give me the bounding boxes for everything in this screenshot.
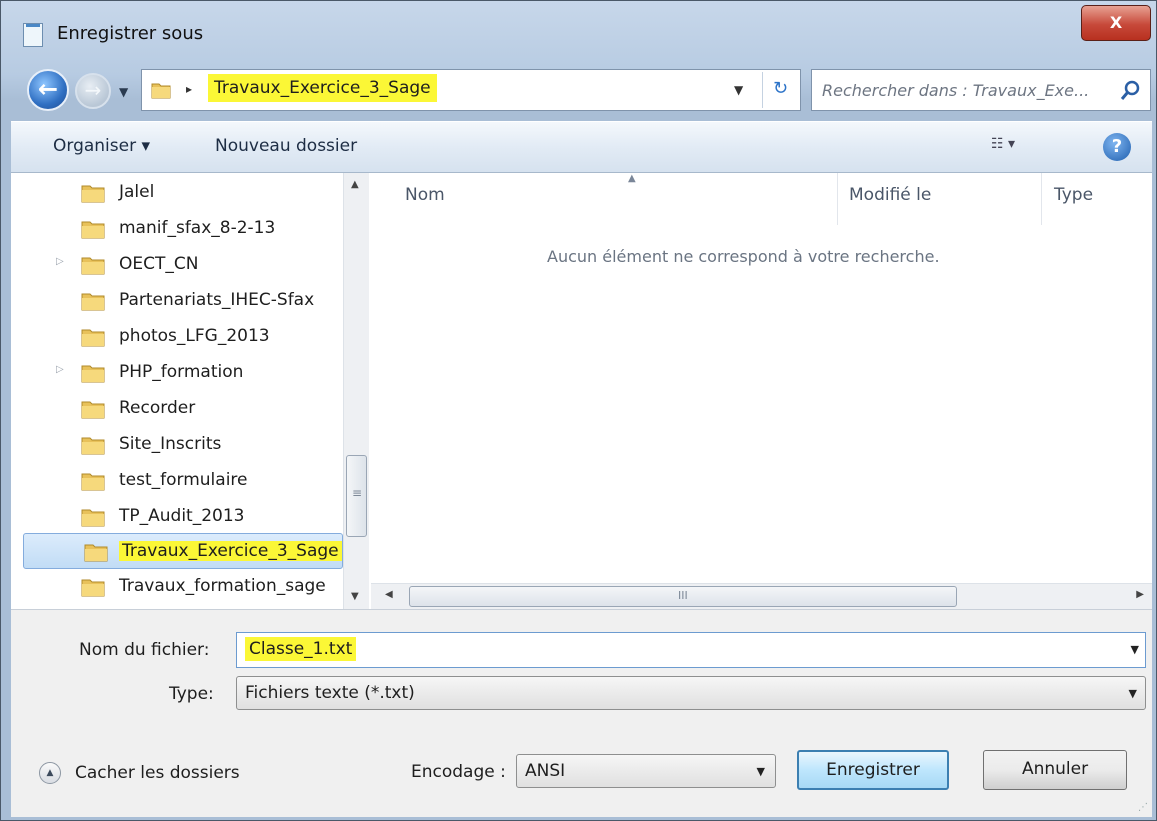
command-toolbar: Organiser ▾ Nouveau dossier ☷ ▾ ? [11,121,1152,173]
column-header-name[interactable]: Nom [405,185,445,205]
tree-item-label: Travaux_formation_sage [119,576,326,596]
tree-item[interactable]: Partenariats_IHEC-Sfax [21,283,351,319]
column-header-modified[interactable]: Modifié le [849,185,931,205]
filename-value[interactable]: Classe_1.txt [245,637,357,661]
address-bar[interactable]: ▸ Travaux_Exercice_3_Sage ▼ ↻ [141,69,801,111]
tree-item-label: Travaux_Exercice_3_Sage [119,541,342,561]
sort-ascending-icon: ▲ [628,173,636,184]
scroll-right-icon[interactable]: ▶ [1136,589,1144,600]
tree-item[interactable]: Travaux_formation_sage [21,569,351,605]
tree-item[interactable]: Jalel [21,175,351,211]
resize-grip-icon[interactable]: ⋰ [1138,802,1148,813]
tree-item[interactable]: test_formulaire [21,463,351,499]
tree-item[interactable]: manif_sfax_8-2-13 [21,211,351,247]
folder-icon [81,509,105,527]
tree-item[interactable]: ▷ OECT_CN [21,247,351,283]
address-dropdown-icon[interactable]: ▼ [734,83,743,97]
tree-item-label: Jalel [119,182,155,202]
tree-item[interactable]: Site_Inscrits [21,427,351,463]
filename-field[interactable]: Classe_1.txt ▼ [236,632,1146,668]
encoding-label: Encodage : [411,762,506,782]
tree-scrollbar[interactable]: ▲ ▼ [343,173,369,609]
chevron-down-icon[interactable]: ▼ [1131,643,1139,656]
empty-results-message: Aucun élément ne correspond à votre rech… [547,247,940,266]
tree-item-label: Site_Inscrits [119,434,222,454]
tree-item-selected[interactable]: Travaux_Exercice_3_Sage [23,533,343,569]
tree-item-label: Recorder [119,398,196,418]
folder-icon [81,293,105,311]
back-arrow-icon[interactable]: ← [27,69,69,111]
filetype-select[interactable]: Fichiers texte (*.txt) ▼ [236,676,1146,710]
tree-item[interactable]: TP_Audit_2013 [21,499,351,535]
folder-icon [81,221,105,239]
folder-icon [151,83,171,99]
file-list-scrollbar[interactable]: ◀ ▶ [371,583,1152,609]
tree-item-label: TP_Audit_2013 [119,506,245,526]
save-as-dialog: Enregistrer sous X ← → ▼ ▸ Travaux_Exerc… [0,0,1157,821]
folder-icon [81,437,105,455]
scroll-down-icon[interactable]: ▼ [351,591,359,602]
folder-icon [81,365,105,383]
help-icon[interactable]: ? [1103,133,1131,161]
history-dropdown-icon[interactable]: ▼ [119,85,128,99]
tree-item-label: OECT_CN [119,254,199,274]
file-list: ▲ Nom Modifié le Type Aucun élément ne c… [371,173,1152,609]
new-folder-button[interactable]: Nouveau dossier [215,136,357,156]
tree-item[interactable]: ▷ PHP_formation [21,355,351,391]
folder-icon [81,329,105,347]
breadcrumb-chevron-icon[interactable]: ▸ [186,82,192,96]
tree-item-label: photos_LFG_2013 [119,326,270,346]
close-button[interactable]: X [1081,5,1151,41]
window-title: Enregistrer sous [57,23,204,44]
tree-item[interactable]: photos_LFG_2013 [21,319,351,355]
scroll-thumb[interactable] [409,586,957,607]
breadcrumb-current-folder[interactable]: Travaux_Exercice_3_Sage [208,74,437,102]
navigation-pane: Jalel manif_sfax_8-2-13 ▷ OECT_CN Parten… [11,173,369,609]
views-icon[interactable]: ☷ ▾ [991,136,1015,152]
search-icon[interactable] [1120,79,1142,101]
column-header-type[interactable]: Type [1054,185,1093,205]
tree-item-label: manif_sfax_8-2-13 [119,218,276,238]
scroll-left-icon[interactable]: ◀ [385,589,393,600]
encoding-select[interactable]: ANSI ▼ [516,754,776,788]
folder-icon [81,473,105,491]
folder-icon [81,185,105,203]
browser-content: Jalel manif_sfax_8-2-13 ▷ OECT_CN Parten… [11,173,1152,609]
refresh-icon[interactable]: ↻ [762,72,798,108]
notepad-icon [23,23,43,47]
tree-item[interactable]: Recorder [21,391,351,427]
expand-icon[interactable]: ▷ [56,364,64,375]
tree-item-label: test_formulaire [119,470,248,490]
filetype-label: Type: [169,684,214,704]
cancel-button[interactable]: Annuler [983,750,1127,790]
scroll-thumb[interactable] [346,455,367,537]
title-bar: Enregistrer sous X [1,1,1156,59]
save-form: Nom du fichier: Classe_1.txt ▼ Type: Fic… [11,609,1152,817]
collapse-up-icon[interactable]: ▲ [39,762,61,784]
expand-icon[interactable]: ▷ [56,256,64,267]
organize-button[interactable]: Organiser ▾ [53,136,150,156]
tree-item-label: PHP_formation [119,362,244,382]
save-button[interactable]: Enregistrer [797,750,949,790]
tree-item-label: Partenariats_IHEC-Sfax [119,290,315,310]
chevron-down-icon[interactable]: ▼ [1129,687,1137,700]
filetype-value: Fichiers texte (*.txt) [245,683,415,703]
search-input[interactable]: Rechercher dans : Travaux_Exe... [811,69,1151,111]
hide-folders-label[interactable]: Cacher les dossiers [75,763,240,783]
folder-icon [84,544,108,562]
folder-icon [81,579,105,597]
filename-label: Nom du fichier: [79,640,210,660]
column-divider[interactable] [1041,173,1042,225]
folder-icon [81,257,105,275]
search-placeholder: Rechercher dans : Travaux_Exe... [822,81,1090,100]
column-divider[interactable] [837,173,838,225]
encoding-value: ANSI [525,761,566,781]
chevron-down-icon[interactable]: ▼ [757,765,765,778]
folder-icon [81,401,105,419]
scroll-up-icon[interactable]: ▲ [351,179,359,190]
forward-arrow-icon[interactable]: → [75,73,111,109]
navigation-row: ← → ▼ ▸ Travaux_Exercice_3_Sage ▼ ↻ Rech… [1,63,1156,119]
